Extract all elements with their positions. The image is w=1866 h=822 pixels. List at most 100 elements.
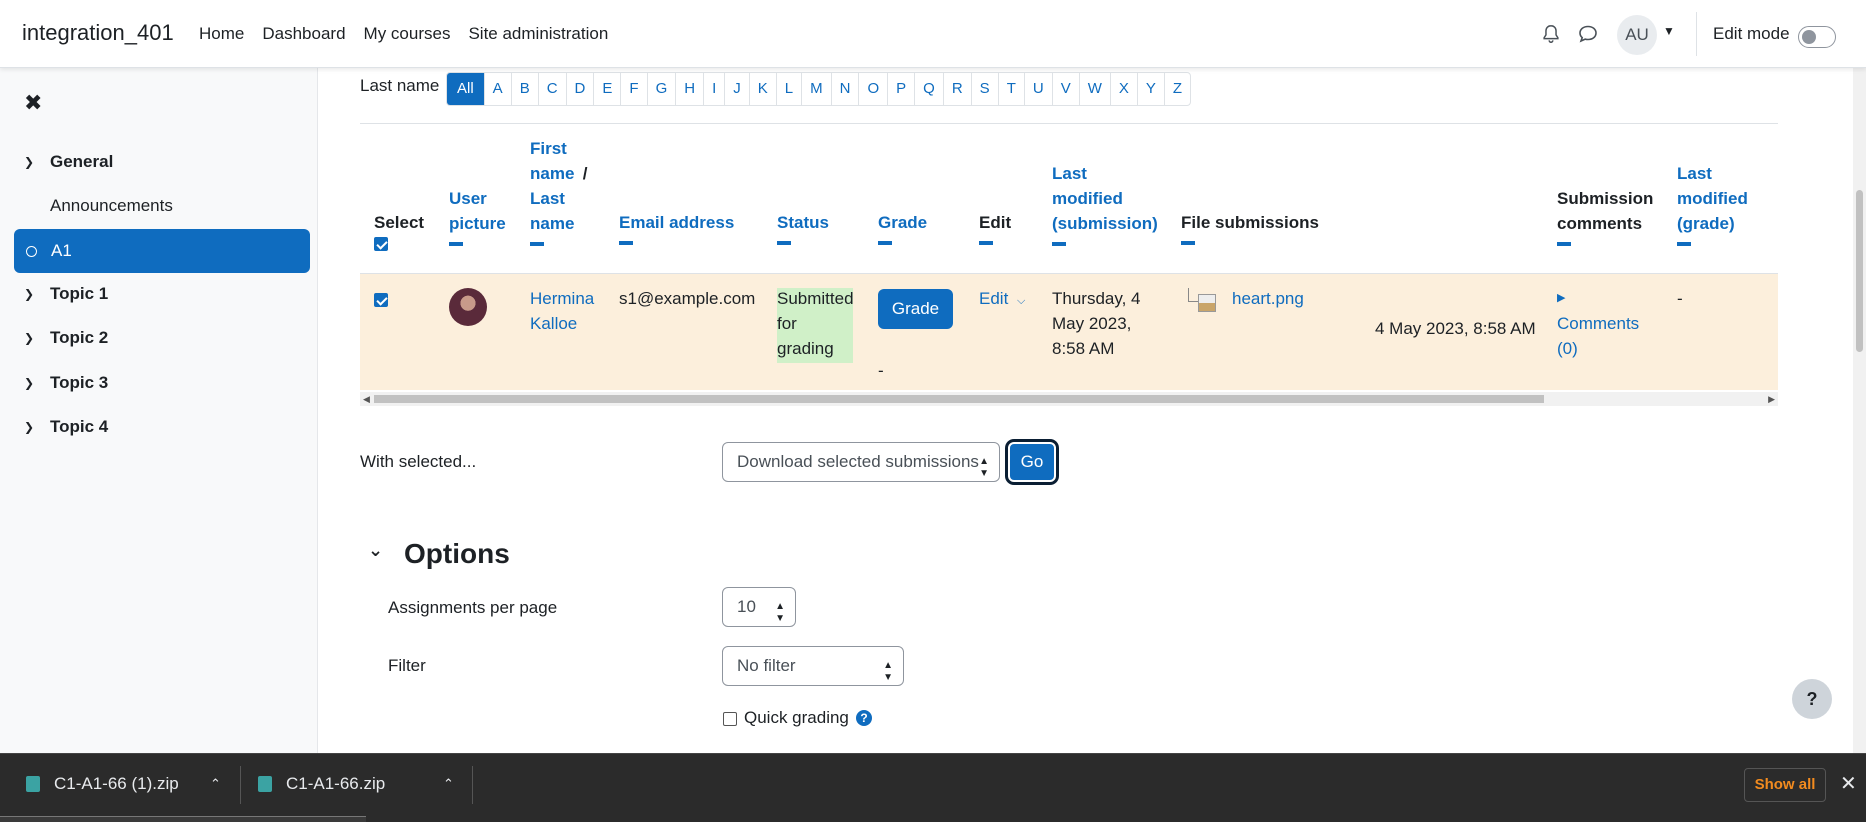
- go-button[interactable]: Go: [1008, 442, 1056, 482]
- chevron-down-icon[interactable]: ❯: [24, 331, 50, 345]
- chevron-down-icon[interactable]: ⌵: [1017, 295, 1025, 307]
- user-fullname-link[interactable]: Hermina Kalloe: [530, 286, 594, 336]
- download-item[interactable]: C1-A1-66 (1).zip: [26, 754, 179, 814]
- site-name[interactable]: integration_401: [22, 20, 174, 46]
- nav-my-courses[interactable]: My courses: [364, 24, 451, 44]
- sort-last-name[interactable]: Last name: [530, 186, 578, 236]
- nav-site-administration[interactable]: Site administration: [468, 24, 608, 44]
- scroll-right-icon[interactable]: ▶: [1768, 392, 1775, 406]
- page-vertical-scrollbar[interactable]: [1853, 68, 1866, 753]
- initial-z[interactable]: Z: [1165, 73, 1190, 105]
- select-all-checkbox[interactable]: [374, 237, 388, 251]
- collapse-column-icon[interactable]: [979, 241, 993, 245]
- initial-w[interactable]: W: [1080, 73, 1111, 105]
- close-drawer-icon[interactable]: ✖: [24, 90, 42, 116]
- header-status[interactable]: Status: [777, 210, 829, 245]
- chevron-up-icon[interactable]: ⌃: [210, 776, 221, 792]
- collapse-column-icon[interactable]: [449, 242, 463, 246]
- scrollbar-thumb[interactable]: [374, 395, 1544, 403]
- bulk-action-select[interactable]: Download selected submissions ▲ ▼: [722, 442, 1000, 482]
- nav-home[interactable]: Home: [199, 24, 244, 44]
- initial-l[interactable]: L: [777, 73, 803, 105]
- chevron-down-icon[interactable]: ❯: [24, 420, 50, 434]
- initial-a[interactable]: A: [485, 73, 512, 105]
- show-all-downloads-button[interactable]: Show all: [1744, 768, 1826, 802]
- initial-d[interactable]: D: [567, 73, 595, 105]
- initial-all[interactable]: All: [447, 73, 485, 105]
- section-general[interactable]: ❯ General: [24, 152, 113, 172]
- initial-c[interactable]: C: [539, 73, 567, 105]
- collapse-column-icon[interactable]: [619, 241, 633, 245]
- collapse-column-icon[interactable]: [530, 242, 544, 246]
- initial-u[interactable]: U: [1025, 73, 1053, 105]
- options-heading[interactable]: Options: [404, 538, 510, 570]
- header-last-modified-submission[interactable]: Last modified (submission): [1052, 161, 1158, 246]
- row-select-checkbox[interactable]: [374, 293, 388, 307]
- initial-o[interactable]: O: [859, 73, 889, 105]
- collapse-column-icon[interactable]: [1181, 241, 1195, 245]
- header-last-modified-grade[interactable]: Last modified (grade): [1677, 161, 1748, 246]
- footer-help-button[interactable]: ?: [1792, 679, 1832, 719]
- chevron-down-icon[interactable]: ▼: [1663, 24, 1675, 38]
- scrollbar-thumb[interactable]: [1856, 190, 1863, 352]
- chevron-up-icon[interactable]: ⌃: [443, 776, 454, 792]
- initial-b[interactable]: B: [512, 73, 539, 105]
- help-icon[interactable]: ?: [856, 710, 872, 726]
- initial-n[interactable]: N: [832, 73, 860, 105]
- nav-dashboard[interactable]: Dashboard: [262, 24, 345, 44]
- sidebar-item-a1[interactable]: A1: [14, 229, 310, 273]
- section-topic-1[interactable]: ❯ Topic 1: [24, 284, 108, 304]
- table-horizontal-scrollbar[interactable]: ◀ ▶: [360, 392, 1778, 406]
- assignments-per-page-select[interactable]: 10 ▲ ▼: [722, 587, 796, 627]
- chevron-down-icon[interactable]: ❯: [24, 287, 50, 301]
- user-avatar[interactable]: [449, 288, 487, 326]
- initial-x[interactable]: X: [1111, 73, 1138, 105]
- quick-grading-checkbox[interactable]: [723, 712, 737, 726]
- chevron-down-icon[interactable]: ❯: [24, 376, 50, 390]
- initial-m[interactable]: M: [802, 73, 832, 105]
- initial-y[interactable]: Y: [1138, 73, 1165, 105]
- header-email[interactable]: Email address: [619, 210, 734, 245]
- header-user-picture[interactable]: User picture: [449, 186, 506, 246]
- notifications-bell-icon[interactable]: [1540, 22, 1562, 46]
- collapse-column-icon[interactable]: [777, 241, 791, 245]
- quick-grading-label[interactable]: Quick grading: [744, 708, 849, 728]
- section-topic-3[interactable]: ❯ Topic 3: [24, 373, 108, 393]
- initial-i[interactable]: I: [704, 73, 726, 105]
- initial-s[interactable]: S: [972, 73, 999, 105]
- initial-k[interactable]: K: [750, 73, 777, 105]
- header-grade[interactable]: Grade: [878, 210, 927, 245]
- section-topic-4[interactable]: ❯ Topic 4: [24, 417, 108, 437]
- sidebar-item-announcements[interactable]: Announcements: [50, 196, 173, 216]
- comments-toggle[interactable]: ▶ Comments (0): [1557, 286, 1639, 361]
- initial-q[interactable]: Q: [915, 73, 944, 105]
- scroll-left-icon[interactable]: ◀: [363, 392, 370, 406]
- edit-mode-toggle[interactable]: [1798, 26, 1836, 48]
- initial-v[interactable]: V: [1053, 73, 1080, 105]
- initial-t[interactable]: T: [999, 73, 1025, 105]
- initial-p[interactable]: P: [888, 73, 916, 105]
- collapse-column-icon[interactable]: [878, 241, 892, 245]
- caret-right-icon[interactable]: ▶: [1557, 286, 1639, 311]
- chevron-down-icon[interactable]: ❯: [24, 155, 50, 169]
- download-item[interactable]: C1-A1-66.zip: [258, 754, 385, 814]
- filter-select[interactable]: No filter ▲ ▼: [722, 646, 904, 686]
- user-menu-avatar[interactable]: AU: [1617, 15, 1657, 55]
- initial-h[interactable]: H: [676, 73, 705, 105]
- file-link[interactable]: heart.png: [1232, 286, 1304, 311]
- initial-j[interactable]: J: [725, 73, 750, 105]
- initial-r[interactable]: R: [944, 73, 972, 105]
- initial-e[interactable]: E: [594, 73, 622, 105]
- grade-button[interactable]: Grade: [878, 289, 953, 329]
- initial-g[interactable]: G: [648, 73, 677, 105]
- messages-chat-icon[interactable]: [1576, 22, 1600, 46]
- collapse-column-icon[interactable]: [1677, 242, 1691, 246]
- edit-menu[interactable]: Edit ⌵: [979, 286, 1025, 314]
- collapse-column-icon[interactable]: [1052, 242, 1066, 246]
- chevron-down-icon[interactable]: ⌄: [368, 540, 383, 561]
- collapse-column-icon[interactable]: [1557, 242, 1571, 246]
- sort-first-name[interactable]: First name: [530, 136, 578, 186]
- close-icon[interactable]: ✕: [1840, 771, 1857, 796]
- section-topic-2[interactable]: ❯ Topic 2: [24, 328, 108, 348]
- initial-f[interactable]: F: [621, 73, 648, 105]
